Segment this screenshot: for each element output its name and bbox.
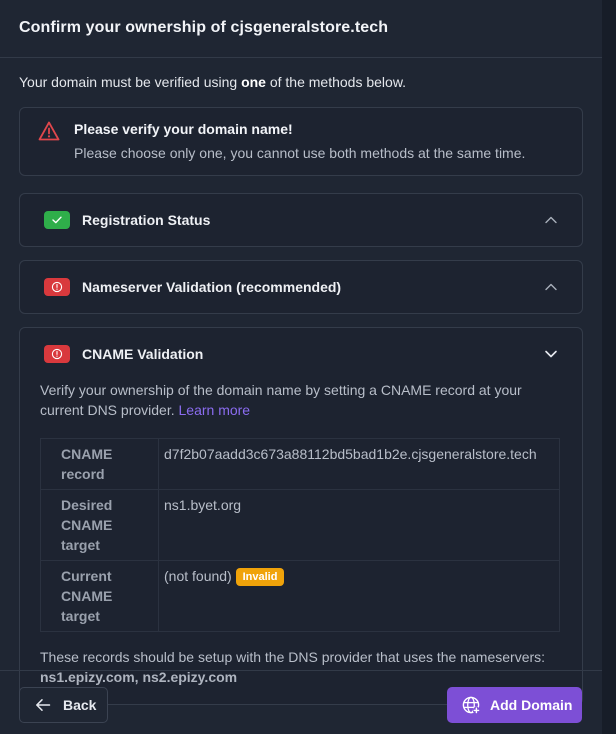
alert-circle-icon: [44, 345, 70, 363]
chevron-down-icon: [545, 350, 557, 358]
globe-icon: [462, 696, 480, 714]
intro-before: Your domain must be verified using: [19, 74, 242, 90]
modal-header: Confirm your ownership of cjsgeneralstor…: [0, 0, 602, 58]
alert-circle-icon: [44, 278, 70, 296]
chevron-up-icon: [545, 216, 557, 224]
record-label: Desired CNAME target: [40, 489, 159, 561]
check-icon: [44, 211, 70, 229]
accordion-title: Nameserver Validation (recommended): [82, 279, 342, 295]
intro-after: of the methods below.: [265, 74, 407, 90]
cname-description: Verify your ownership of the domain name…: [40, 380, 562, 420]
accordion-cname-validation: CNAME Validation Verify your ownership o…: [19, 327, 583, 705]
confirm-ownership-modal: Confirm your ownership of cjsgeneralstor…: [0, 0, 602, 734]
record-value: d7f2b07aadd3c673a88112bd5bad1b2e.cjsgene…: [158, 438, 560, 490]
arrow-left-icon: [36, 699, 51, 711]
record-value: (not found): [164, 568, 232, 584]
chevron-up-icon: [545, 283, 557, 291]
invalid-badge: Invalid: [235, 568, 285, 586]
add-domain-label: Add Domain: [490, 697, 573, 713]
table-row: Desired CNAME target ns1.byet.org: [40, 489, 560, 561]
alert-text: Please choose only one, you cannot use b…: [74, 145, 526, 161]
accordion-title: Registration Status: [82, 212, 211, 228]
back-button[interactable]: Back: [19, 687, 108, 723]
table-row: CNAME record d7f2b07aadd3c673a88112bd5ba…: [40, 438, 560, 490]
modal-body: Your domain must be verified using one o…: [0, 58, 602, 705]
accordion-nameserver-validation: Nameserver Validation (recommended): [19, 260, 583, 314]
record-value-cell: (not found) Invalid: [158, 560, 560, 632]
page-scrollbar-area: [602, 0, 616, 734]
accordion-header-registration-status[interactable]: Registration Status: [20, 194, 582, 246]
modal-footer: Back Add Domain: [0, 670, 602, 734]
accordion-title: CNAME Validation: [82, 346, 204, 362]
warning-triangle-icon: [38, 121, 60, 141]
cname-panel: Verify your ownership of the domain name…: [20, 380, 582, 704]
intro-text: Your domain must be verified using one o…: [19, 74, 583, 90]
note-text: These records should be setup with the D…: [40, 649, 546, 665]
verify-alert: Please verify your domain name! Please c…: [19, 107, 583, 176]
accordion-registration-status: Registration Status: [19, 193, 583, 247]
intro-emphasis: one: [241, 74, 266, 90]
record-label: CNAME record: [40, 438, 159, 490]
cname-description-text: Verify your ownership of the domain name…: [40, 382, 522, 418]
back-button-label: Back: [63, 697, 97, 713]
alert-title: Please verify your domain name!: [74, 121, 293, 137]
learn-more-link[interactable]: Learn more: [179, 402, 251, 418]
modal-title: Confirm your ownership of cjsgeneralstor…: [19, 19, 389, 36]
accordion-header-nameserver-validation[interactable]: Nameserver Validation (recommended): [20, 261, 582, 313]
record-value: ns1.byet.org: [158, 489, 560, 561]
add-domain-button[interactable]: Add Domain: [447, 687, 582, 723]
record-label: Current CNAME target: [40, 560, 159, 632]
accordion-header-cname-validation[interactable]: CNAME Validation: [20, 328, 582, 380]
table-row: Current CNAME target (not found) Invalid: [40, 560, 560, 632]
cname-records-table: CNAME record d7f2b07aadd3c673a88112bd5ba…: [40, 438, 560, 632]
